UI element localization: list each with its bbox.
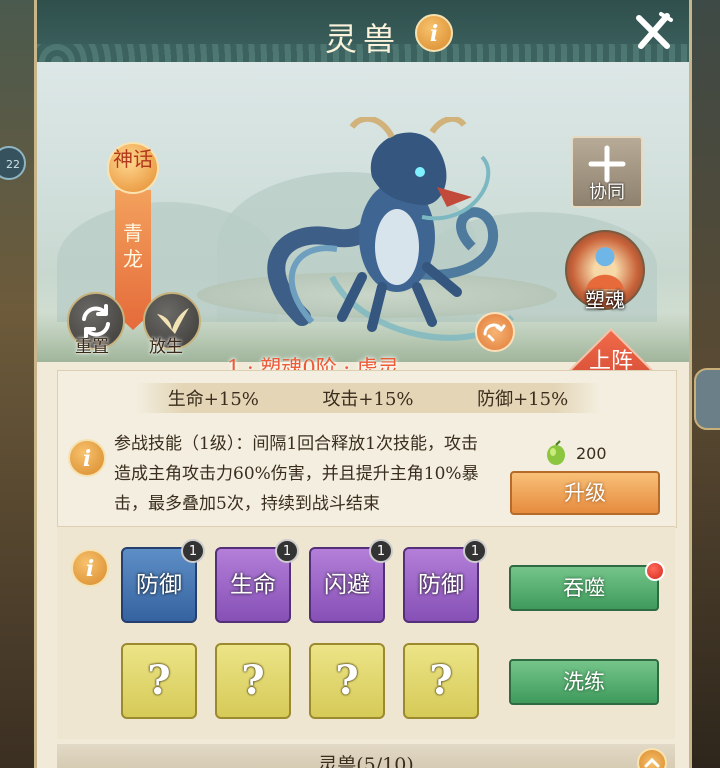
slot-label: 防御 — [136, 572, 182, 598]
slot-count-badge: 1 — [275, 539, 299, 563]
background-right — [690, 0, 720, 768]
attribute-slot[interactable]: 闪避 1 — [309, 539, 393, 623]
green-fruit-icon — [547, 440, 565, 465]
slot-label: 防御 — [418, 572, 464, 598]
slot-label: 闪避 — [324, 572, 370, 598]
stat-hp: 生命+15% — [167, 389, 259, 410]
locked-slot[interactable]: ? — [215, 643, 291, 719]
page-title: 灵兽 — [324, 20, 401, 58]
side-badge[interactable]: 22 — [0, 146, 26, 180]
title-info-icon[interactable]: i — [415, 14, 453, 52]
beast-count-bar[interactable]: 灵兽(5/10) — [57, 744, 675, 768]
slot-count-badge: 1 — [369, 539, 393, 563]
spirit-beast-panel: 灵兽 i 青龙 神话 1 · 塑魂0阶 · 虚灵 重置 放生 协同 塑魂 上阵 … — [34, 0, 692, 768]
beast-count-text: 灵兽(5/10) — [318, 754, 414, 768]
upgrade-button[interactable]: 升级 — [510, 471, 660, 515]
background-left: 22 — [0, 0, 36, 768]
skill-description: 参战技能（1级）：间隔1回合释放1次技能，攻击造成主角攻击力60%伤害，并且提升… — [114, 434, 479, 514]
rarity-label: 神话 — [113, 147, 153, 171]
attribute-slot[interactable]: 防御 1 — [121, 539, 205, 623]
slot-count-badge: 1 — [463, 539, 487, 563]
locked-slot[interactable]: ? — [121, 643, 197, 719]
locked-slot[interactable]: ? — [309, 643, 385, 719]
soul-shaping-label: 塑魂 — [585, 288, 625, 312]
cost-value: 200 — [576, 443, 607, 463]
attribute-slot[interactable]: 生命 1 — [215, 539, 299, 623]
attribute-slot[interactable]: 防御 1 — [403, 539, 487, 623]
skill-info-icon[interactable]: i — [68, 439, 106, 477]
assist-label: 协同 — [589, 182, 625, 203]
stat-attack: 攻击+15% — [322, 389, 414, 410]
beast-name: 青龙 — [123, 221, 143, 271]
stat-defense: 防御+15% — [477, 389, 569, 410]
close-icon[interactable] — [631, 10, 675, 54]
release-label: 放生 — [149, 337, 183, 357]
side-expand-arrow[interactable] — [694, 368, 720, 430]
refine-button[interactable]: 洗练 — [509, 659, 659, 705]
attribute-slots-section: i 防御 1 生命 1 闪避 1 防御 1 ? ? ? ? 吞噬 洗练 — [57, 526, 675, 739]
slot-count-badge: 1 — [181, 539, 205, 563]
slots-info-icon[interactable]: i — [71, 549, 109, 587]
skill-info-section: 生命+15% 攻击+15% 防御+15% i 参战技能（1级）：间隔1回合释放1… — [57, 370, 677, 528]
locked-slot[interactable]: ? — [403, 643, 479, 719]
reset-label: 重置 — [75, 337, 109, 357]
devour-button[interactable]: 吞噬 — [509, 565, 659, 611]
assist-button[interactable]: 协同 — [571, 136, 643, 208]
slot-label: 生命 — [230, 572, 276, 598]
upgrade-cost: 200 — [542, 439, 607, 467]
title-bar: 灵兽 i — [37, 0, 689, 65]
beast-display-scene: 青龙 神话 1 · 塑魂0阶 · 虚灵 重置 放生 协同 塑魂 上阵 — [37, 62, 689, 425]
rarity-badge: 神话 — [107, 142, 159, 194]
chevron-up-icon[interactable] — [637, 748, 667, 768]
stats-bar: 生命+15% 攻击+15% 防御+15% — [136, 383, 600, 413]
notification-dot — [645, 561, 665, 581]
swap-icon[interactable] — [475, 312, 515, 352]
